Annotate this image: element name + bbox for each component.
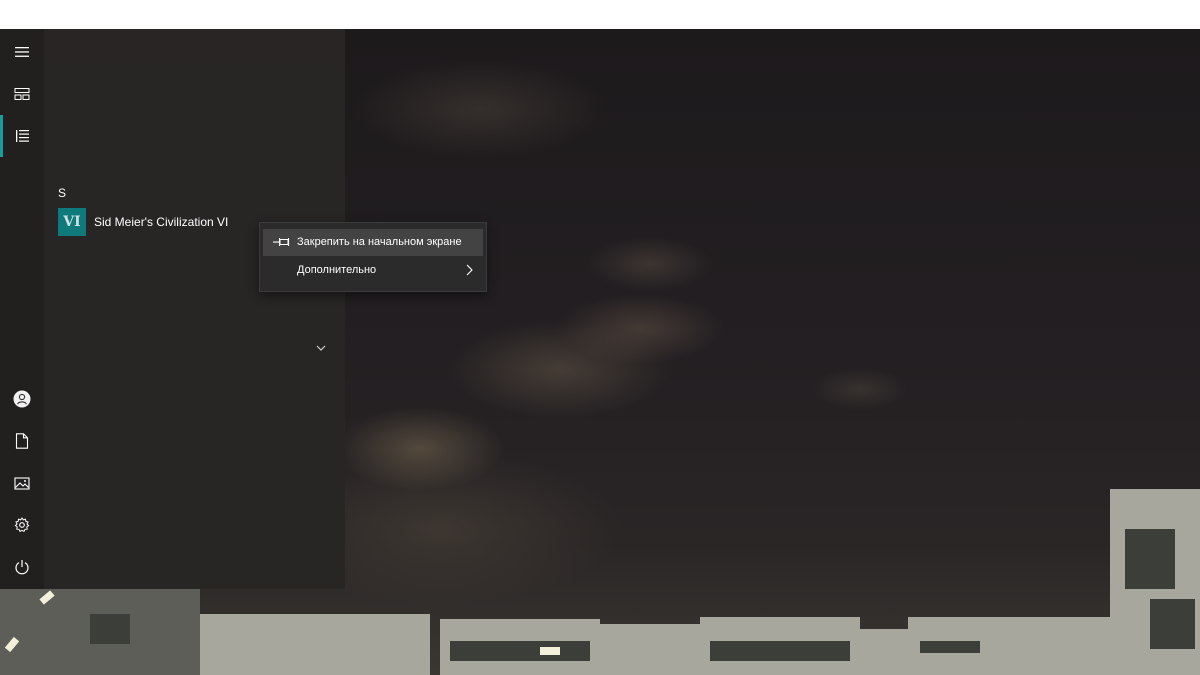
building-window <box>710 641 850 661</box>
all-apps-button[interactable] <box>0 115 44 157</box>
building-window <box>90 614 130 644</box>
hamburger-menu-icon <box>15 47 29 57</box>
building-window <box>450 641 590 661</box>
chevron-down-icon[interactable] <box>314 341 328 355</box>
app-tile-icon: VI <box>58 208 86 236</box>
more-label: Дополнительно <box>297 264 377 276</box>
start-menu-rail <box>0 29 44 589</box>
chevron-right-icon <box>466 264 473 276</box>
building-window <box>1125 529 1175 589</box>
power-button[interactable] <box>0 546 44 588</box>
app-group-letter[interactable]: S <box>58 186 66 200</box>
power-icon <box>15 560 29 575</box>
context-menu: Закрепить на начальном экране Дополнител… <box>259 222 487 292</box>
all-apps-list-icon <box>16 130 29 142</box>
settings-icon <box>14 517 30 533</box>
start-menu: S VI Sid Meier's Civilization VI <box>0 29 345 589</box>
lit-window <box>540 647 560 655</box>
building-window <box>920 641 980 653</box>
pin-to-start-label: Закрепить на начальном экране <box>297 236 462 248</box>
app-list-item-civilization-vi[interactable]: VI Sid Meier's Civilization VI <box>52 206 252 238</box>
building <box>600 624 700 675</box>
documents-button[interactable] <box>0 420 44 462</box>
settings-button[interactable] <box>0 504 44 546</box>
pin-to-start-menu-item[interactable]: Закрепить на начальном экране <box>263 229 483 256</box>
pictures-icon <box>14 476 30 490</box>
app-name: Sid Meier's Civilization VI <box>94 215 229 229</box>
user-icon <box>13 390 31 408</box>
hamburger-menu-button[interactable] <box>0 31 44 73</box>
building-window <box>1150 599 1195 649</box>
user-account-button[interactable] <box>0 378 44 420</box>
documents-icon <box>15 433 29 449</box>
tiles-button[interactable] <box>0 73 44 115</box>
more-menu-item[interactable]: Дополнительно <box>263 257 483 284</box>
building <box>860 629 910 675</box>
pictures-button[interactable] <box>0 462 44 504</box>
building <box>190 614 430 675</box>
pin-icon <box>273 238 290 246</box>
tiles-icon <box>14 88 30 100</box>
